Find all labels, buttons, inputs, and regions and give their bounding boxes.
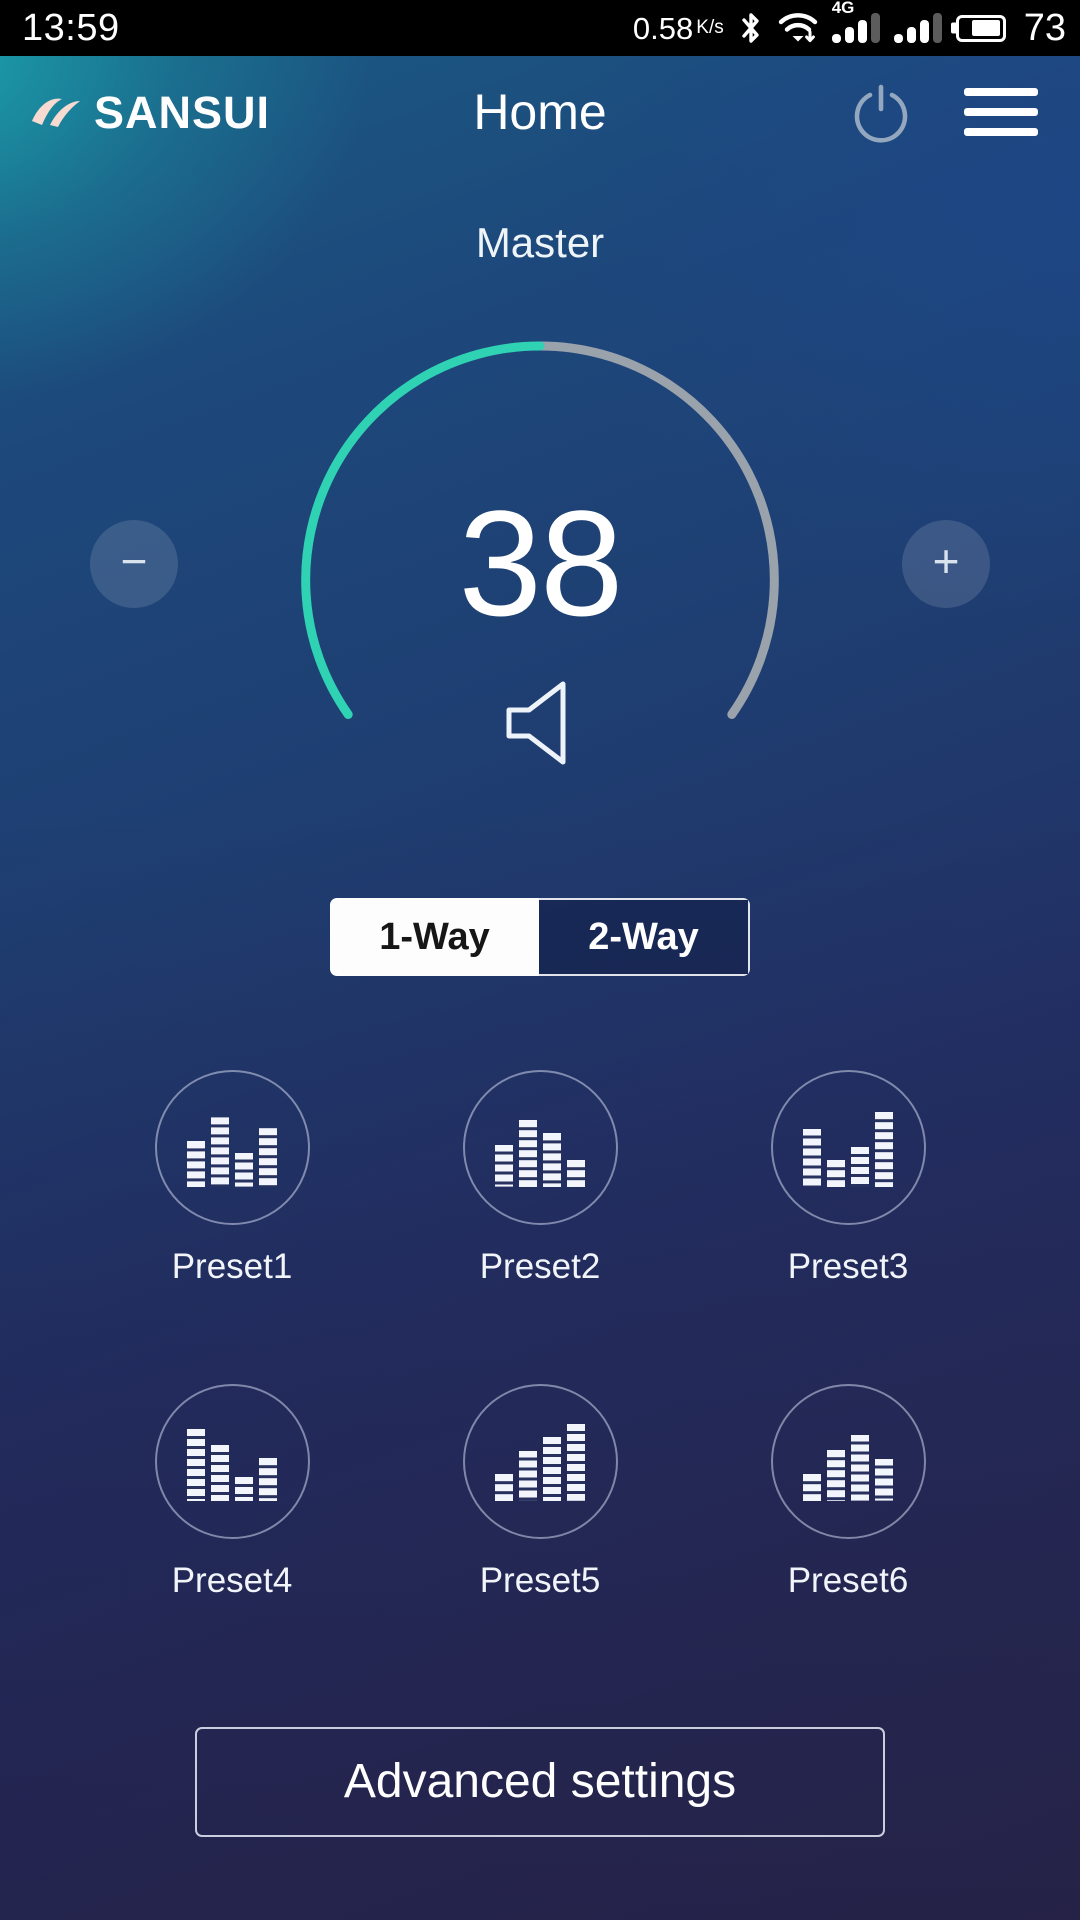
signal-bar — [844, 27, 854, 43]
signal-bar — [870, 13, 880, 43]
menu-line — [964, 108, 1038, 116]
equalizer-icon — [187, 1107, 277, 1187]
way-option-2way[interactable]: 2-Way — [539, 898, 750, 976]
status-bar-icons: 0.58 K/s 4G 73 — [633, 0, 1066, 49]
eq-bar — [567, 1159, 585, 1187]
preset-row: Preset1 Preset2 Preset3 — [0, 1070, 1080, 1284]
equalizer-icon — [187, 1421, 277, 1501]
network-speed-indicator: 0.58 K/s — [633, 13, 724, 44]
status-bar: 13:59 0.58 K/s 4G 73 — [0, 0, 1080, 56]
menu-line — [964, 88, 1038, 96]
signal-bar — [893, 34, 903, 43]
preset-icon-1[interactable] — [154, 1070, 310, 1225]
speaker-icon[interactable] — [495, 680, 585, 766]
preset-item-6[interactable]: Preset6 — [750, 1384, 946, 1598]
hamburger-menu-icon[interactable] — [964, 88, 1038, 136]
eq-bar — [235, 1153, 253, 1187]
signal-bar — [906, 27, 916, 43]
preset-icon-2[interactable] — [462, 1070, 618, 1225]
mobile-signal-primary: 4G — [831, 0, 880, 43]
equalizer-icon — [803, 1107, 893, 1187]
volume-dial[interactable]: 38 − + — [0, 320, 1080, 860]
mobile-signal-secondary — [893, 13, 942, 43]
preset-row: Preset4 Preset5 Preset6 — [0, 1384, 1080, 1598]
eq-bar — [875, 1459, 893, 1501]
eq-bar — [495, 1473, 513, 1501]
status-bar-clock: 13:59 — [22, 7, 120, 49]
plus-icon: + — [932, 535, 960, 587]
preset-grid: Preset1 Preset2 Preset3 Preset4 Preset5 … — [0, 1070, 1080, 1642]
mobile-network-type-label: 4G — [831, 0, 855, 17]
zone-label: Master — [475, 219, 605, 266]
eq-bar — [567, 1424, 585, 1501]
wifi-download-icon — [778, 11, 818, 45]
eq-bar — [259, 1457, 277, 1501]
eq-bar — [827, 1159, 845, 1187]
app-root: 13:59 0.58 K/s 4G 73 Home SANSUI Master … — [0, 0, 1080, 1920]
signal-bar — [932, 13, 942, 43]
preset-item-5[interactable]: Preset5 — [442, 1384, 638, 1598]
preset-label: Preset5 — [479, 1561, 601, 1600]
preset-icon-6[interactable] — [770, 1384, 926, 1539]
volume-decrease-button[interactable]: − — [90, 520, 178, 608]
menu-line — [964, 128, 1038, 136]
eq-bar — [211, 1445, 229, 1501]
signal-bar — [857, 20, 867, 43]
preset-item-4[interactable]: Preset4 — [134, 1384, 330, 1598]
preset-icon-4[interactable] — [154, 1384, 310, 1539]
sansui-swoosh-icon — [30, 95, 82, 129]
eq-bar — [803, 1129, 821, 1187]
preset-icon-3[interactable] — [770, 1070, 926, 1225]
brand-name: SANSUI — [94, 86, 271, 138]
preset-item-3[interactable]: Preset3 — [750, 1070, 946, 1284]
eq-bar — [543, 1437, 561, 1501]
signal-bar — [919, 20, 929, 43]
network-speed-unit: K/s — [696, 16, 724, 38]
eq-bar — [495, 1145, 513, 1187]
eq-bar — [875, 1111, 893, 1187]
preset-label: Preset3 — [787, 1247, 909, 1286]
eq-bar — [851, 1435, 869, 1501]
eq-bar — [187, 1140, 205, 1187]
way-option-1way[interactable]: 1-Way — [330, 898, 539, 976]
eq-bar — [211, 1116, 229, 1187]
preset-label: Preset6 — [787, 1561, 909, 1600]
app-header: Home SANSUI — [0, 56, 1080, 168]
eq-bar — [827, 1449, 845, 1501]
preset-item-1[interactable]: Preset1 — [134, 1070, 330, 1284]
eq-bar — [851, 1147, 869, 1187]
battery-fill — [972, 20, 1000, 36]
power-icon[interactable] — [850, 81, 912, 143]
network-speed-value: 0.58 — [632, 10, 694, 46]
equalizer-icon — [803, 1421, 893, 1501]
bluetooth-icon — [738, 11, 764, 45]
eq-bar — [543, 1132, 561, 1187]
eq-bar — [235, 1477, 253, 1501]
brand-logo: SANSUI — [30, 90, 270, 135]
eq-bar — [519, 1451, 537, 1501]
eq-bar — [259, 1127, 277, 1187]
preset-label: Preset4 — [171, 1561, 293, 1600]
equalizer-icon — [495, 1421, 585, 1501]
battery-percent-label: 73 — [1023, 7, 1066, 49]
eq-bar — [187, 1429, 205, 1501]
preset-item-2[interactable]: Preset2 — [442, 1070, 638, 1284]
preset-label: Preset1 — [171, 1247, 293, 1286]
equalizer-icon — [495, 1107, 585, 1187]
preset-icon-5[interactable] — [462, 1384, 618, 1539]
eq-bar — [803, 1473, 821, 1501]
volume-increase-button[interactable]: + — [902, 520, 990, 608]
battery-icon — [955, 14, 1006, 42]
way-mode-toggle[interactable]: 1-Way 2-Way — [330, 898, 750, 976]
eq-bar — [519, 1119, 537, 1187]
minus-icon: − — [120, 535, 148, 587]
advanced-settings-button[interactable]: Advanced settings — [195, 1727, 885, 1837]
signal-bar — [831, 34, 841, 43]
preset-label: Preset2 — [479, 1247, 601, 1286]
header-actions — [850, 81, 1038, 143]
